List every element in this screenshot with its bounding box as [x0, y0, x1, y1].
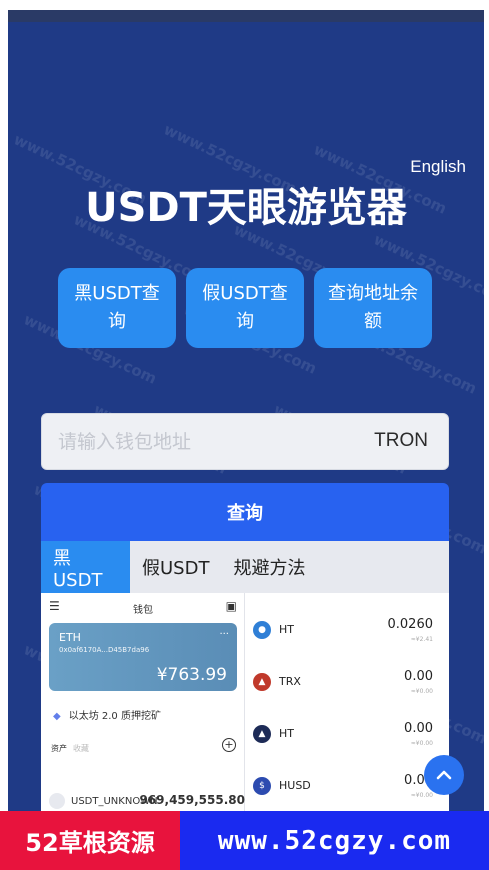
wallet-card: ETH 0x0af6170A...D45B7da96 ··· ¥763.99	[49, 623, 237, 691]
assets-sub-label: 收藏	[73, 744, 89, 753]
query-button[interactable]: 查询	[41, 483, 449, 541]
assets-label: 资产	[51, 744, 67, 753]
wallet-address-input[interactable]	[58, 414, 328, 469]
coin-fiat: ≈¥2.41	[410, 636, 433, 643]
drop-icon: ●	[253, 621, 271, 639]
more-icon: ···	[219, 629, 229, 640]
chevron-up-icon	[436, 770, 452, 780]
tab-black-usdt[interactable]: 黑USDT	[41, 541, 130, 593]
balance-query-button[interactable]: 查询地址余额	[314, 268, 432, 348]
stake-row: ◆ 以太坊 2.0 质押挖矿	[53, 707, 161, 722]
coin-row: ▲ TRX 0.00 ≈¥0.00	[253, 669, 443, 709]
top-bar	[8, 10, 484, 22]
coin-row: ● HT 0.0260 ≈¥2.41	[253, 617, 443, 657]
black-usdt-query-button[interactable]: 黑USDT查询	[58, 268, 176, 348]
scan-icon: ▣	[225, 599, 237, 613]
coin-fiat: ≈¥0.00	[410, 688, 433, 695]
coin-value: 0.00	[404, 721, 433, 736]
assets-header: 资产 收藏	[51, 743, 89, 754]
wallet-topbar: ☰ 钱包 ▣	[49, 599, 237, 617]
banner-brand: 52草根资源	[0, 811, 180, 870]
coin-name: HT	[279, 727, 294, 740]
coin-fiat: ≈¥0.00	[410, 792, 433, 799]
wallet-title: 钱包	[133, 605, 153, 616]
address-search-box: TRON	[41, 413, 449, 470]
flame-icon: ▲	[253, 725, 271, 743]
fake-usdt-query-button[interactable]: 假USDT查询	[186, 268, 304, 348]
coin-row: $ HUSD 0.00 ≈¥0.00	[253, 773, 443, 813]
network-selector[interactable]: TRON	[374, 430, 428, 452]
coin-name: HT	[279, 623, 294, 636]
tab-fake-usdt[interactable]: 假USDT	[130, 541, 221, 593]
coin-value: 0.00	[404, 669, 433, 684]
app-frame: www.52cgzy.com www.52cgzy.com www.52cgzy.c…	[8, 10, 484, 870]
tab-bar: 黑USDT 假USDT 规避方法	[41, 541, 449, 593]
wallet-card-balance: ¥763.99	[156, 665, 227, 685]
coin-list-preview: ● HT 0.0260 ≈¥2.41 ▲ TRX 0.00 ≈¥0.00 ▲ H…	[245, 593, 449, 823]
coin-name: TRX	[279, 675, 301, 688]
banner-url: www.52cgzy.com	[180, 811, 489, 870]
wallet-card-name: ETH	[59, 631, 81, 644]
tab-avoid-methods[interactable]: 规避方法	[221, 541, 317, 593]
husd-icon: $	[253, 777, 271, 795]
add-token-icon: +	[222, 738, 236, 752]
token-icon	[49, 793, 65, 809]
coin-row: ▲ HT 0.00 ≈¥0.00	[253, 721, 443, 761]
coin-fiat: ≈¥0.00	[410, 740, 433, 747]
coin-name: HUSD	[279, 779, 311, 792]
wallet-card-address: 0x0af6170A...D45B7da96	[59, 646, 150, 654]
token-value: 969,459,555.80	[139, 793, 245, 807]
stake-label: 以太坊 2.0 质押挖矿	[68, 711, 161, 722]
language-switch[interactable]: English	[410, 157, 466, 177]
token-row: USDT_UNKNOWN 969,459,555.80	[49, 793, 245, 809]
page-title: USDT天眼游览器	[85, 185, 407, 231]
site-banner: 52草根资源 www.52cgzy.com	[0, 811, 489, 870]
example-screenshot-panel: ☰ 钱包 ▣ ETH 0x0af6170A...D45B7da96 ··· ¥7…	[41, 593, 449, 823]
wallet-preview: ☰ 钱包 ▣ ETH 0x0af6170A...D45B7da96 ··· ¥7…	[41, 593, 245, 823]
coin-value: 0.0260	[387, 617, 434, 632]
scroll-to-top-button[interactable]	[424, 755, 464, 795]
eth-icon: ◆	[53, 711, 61, 722]
trx-icon: ▲	[253, 673, 271, 691]
